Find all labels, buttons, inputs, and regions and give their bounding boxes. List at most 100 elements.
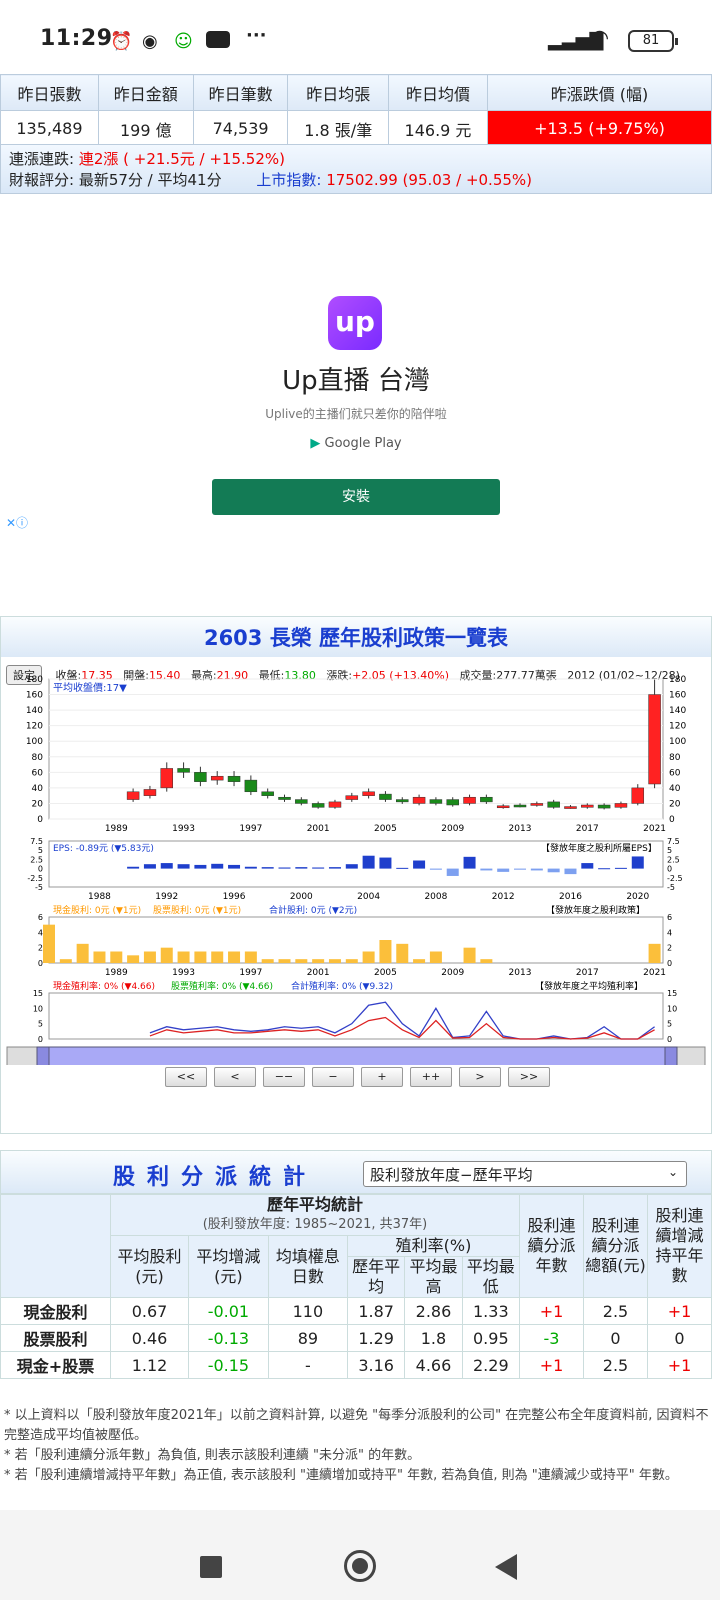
header-cell: 昨日金額	[97, 74, 194, 111]
eps-bar	[312, 867, 325, 869]
col-streak: 股利連續分派年數	[519, 1194, 584, 1298]
x-tick-label: 2021	[643, 824, 666, 834]
zoom-in-more-button[interactable]: ++	[410, 1067, 452, 1087]
y-tick-label: 0	[38, 959, 43, 968]
eps-bar	[160, 863, 173, 869]
div-bar	[328, 959, 341, 963]
candle-body	[160, 768, 174, 789]
x-tick-label: 1992	[155, 892, 178, 902]
candle-body	[244, 779, 258, 793]
change-cell: +13.5 (+9.75%)	[487, 110, 712, 147]
install-button[interactable]: 安裝	[212, 479, 500, 515]
div-bar	[312, 959, 325, 963]
value-cell: 199 億	[97, 110, 194, 147]
index-value: 17502.99 (95.03 / +0.55%)	[326, 171, 533, 189]
candle-body	[295, 799, 308, 804]
div-bar	[429, 951, 442, 963]
candle-body	[177, 768, 190, 773]
y-tick-label: 180	[669, 675, 686, 685]
nav-prev-button[interactable]: <	[214, 1067, 256, 1087]
zoom-in-button[interactable]: +	[361, 1067, 403, 1087]
div-bar	[396, 943, 409, 963]
stat-cell-avg: 0.67	[109, 1297, 190, 1325]
ad-subtitle: Uplive的主播们就只差你的陪伴啦	[265, 407, 447, 421]
x-tick-label: 2012	[492, 892, 515, 902]
stat-cell-flat: +1	[647, 1351, 712, 1379]
y-tick-label: 5	[667, 846, 672, 855]
stat-cell-avg: 0.46	[109, 1324, 190, 1352]
stat-cell-flat: 0	[647, 1324, 712, 1352]
x-tick-label: 1993	[172, 968, 195, 978]
y-tick-label: 2	[38, 944, 43, 953]
y-tick-label: 4	[667, 928, 672, 937]
nav-last-button[interactable]: >>	[508, 1067, 550, 1087]
system-nav-bar	[0, 1510, 720, 1600]
eps-bar	[413, 860, 426, 869]
stats-row: 股票股利 0.46 -0.13 89 1.29 1.8 0.95 -3 0 0	[0, 1324, 712, 1352]
recent-apps-icon[interactable]	[200, 1556, 222, 1578]
x-tick-label: 2000	[290, 892, 313, 902]
x-tick-label: 2017	[576, 968, 599, 978]
stat-cell-ymax: 4.66	[404, 1351, 463, 1379]
navigator-right-handle	[664, 1046, 678, 1065]
back-icon[interactable]	[495, 1554, 517, 1580]
eps-bar	[194, 864, 207, 869]
ad-banner[interactable]: up Up直播 台灣 Uplive的主播们就只差你的陪伴啦 ▶ Google P…	[0, 200, 712, 600]
header-cell: 昨日張數	[0, 74, 99, 111]
candle-body	[480, 796, 493, 803]
y-tick-label: 7.5	[667, 837, 680, 846]
y-tick-label: 120	[26, 722, 43, 732]
eps-bar	[598, 868, 611, 870]
footnote: * 以上資料以「股利發放年度2021年」以前之資料計算, 以避免 "每季分派股利…	[4, 1408, 709, 1443]
div-stock-label: 股票股利: 0元 (▼1元)	[153, 904, 241, 916]
stat-cell-flat: +1	[647, 1297, 712, 1325]
group-title: 歷年平均統計	[266, 1195, 363, 1214]
div-panel-frame	[48, 916, 664, 964]
stat-cell-streak: -3	[519, 1324, 584, 1352]
col-total: 股利連續分派總額(元)	[583, 1194, 648, 1298]
zoom-out-button[interactable]: −	[312, 1067, 354, 1087]
y-tick-label: 5	[38, 1020, 43, 1029]
stats-select[interactable]: 股利發放年度−歷年平均 ⌄	[363, 1161, 687, 1187]
navigator-window	[36, 1046, 678, 1065]
x-tick-label: 2005	[374, 824, 397, 834]
home-icon[interactable]	[344, 1550, 376, 1582]
eps-bar	[379, 857, 392, 869]
eps-bar	[228, 864, 241, 869]
candle-body	[261, 791, 274, 796]
eps-bar	[127, 866, 140, 869]
eps-bar	[345, 864, 358, 869]
y-tick-label: 160	[669, 691, 686, 701]
candle-body	[210, 775, 224, 781]
x-tick-label: 1996	[223, 892, 246, 902]
yield-total-label: 合計殖利率: 0% (▼9.32)	[291, 980, 393, 992]
y-tick-label: 0	[37, 815, 43, 825]
x-tick-label: 2017	[576, 824, 599, 834]
ad-close-icon[interactable]: ✕ⓘ	[6, 514, 28, 531]
nav-next-button[interactable]: >	[459, 1067, 501, 1087]
eps-bar	[614, 867, 627, 869]
y-tick-label: -5	[667, 883, 675, 892]
chart-svg[interactable]: 0 020 2040 4060 6080 80100 100120 120140 140160 1…	[1, 673, 713, 1065]
nav-first-button[interactable]: <<	[165, 1067, 207, 1087]
eps-bar	[244, 866, 257, 869]
zoom-out-more-button[interactable]: −−	[263, 1067, 305, 1087]
x-tick-label: 1997	[239, 824, 262, 834]
youtube-icon	[206, 31, 230, 48]
stats-row: 現金股利 0.67 -0.01 110 1.87 2.86 1.33 +1 2.5 +1	[0, 1297, 712, 1325]
y-tick-label: -2.5	[27, 874, 43, 883]
candle-body	[614, 803, 628, 808]
more-icon: ···	[246, 25, 267, 46]
y-tick-label: 2.5	[667, 855, 680, 864]
candle-body	[126, 791, 140, 800]
div-note: 【發放年度之股利政策】	[546, 904, 645, 916]
y-tick-label: 0	[667, 865, 672, 874]
stats-header: 股利分派統計 股利發放年度−歷年平均 ⌄	[0, 1150, 712, 1194]
stat-cell-streak: +1	[519, 1297, 584, 1325]
eps-bar	[564, 868, 577, 875]
candle-body	[631, 787, 645, 804]
candle-body	[379, 793, 392, 800]
summary-lines: 連漲連跌: 連2漲 ( +21.5元 / +15.52%) 財報評分: 最新57…	[0, 144, 712, 194]
status-time: 11:29	[40, 26, 113, 51]
streak-line: 連漲連跌: 連2漲 ( +21.5元 / +15.52%)	[9, 149, 703, 170]
